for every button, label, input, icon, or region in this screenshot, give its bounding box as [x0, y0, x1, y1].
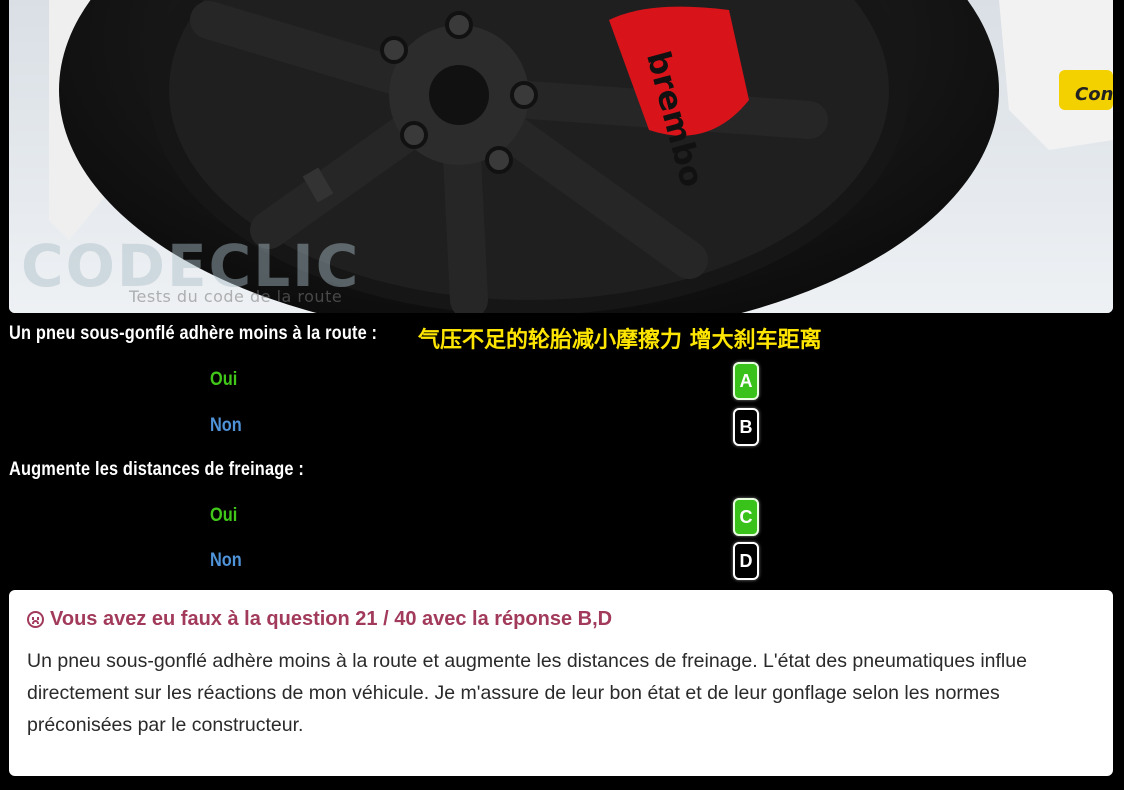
answer-badge-b[interactable]: B: [733, 408, 759, 446]
watermark-caption: Tests du code de la route: [129, 287, 343, 306]
answer-badge-c[interactable]: C: [733, 498, 759, 536]
result-title: Vous avez eu faux à la question 21 / 40 …: [50, 608, 613, 630]
sidewall-brand: Conti: [1075, 84, 1113, 105]
option-c-label[interactable]: Oui: [210, 505, 237, 527]
result-explanation: Un pneu sous-gonflé adhère moins à la ro…: [27, 650, 1027, 736]
question-1-translation: 气压不足的轮胎减小摩擦力 增大刹车距离: [418, 328, 822, 353]
option-a-label[interactable]: Oui: [210, 369, 237, 391]
question-1-text: Un pneu sous-gonflé adhère moins à la ro…: [9, 323, 378, 344]
option-b-label[interactable]: Non: [210, 415, 242, 437]
answer-badge-a[interactable]: A: [733, 362, 759, 400]
question-2-text: Augmente les distances de freinage :: [9, 459, 304, 480]
result-panel: Vous avez eu faux à la question 21 / 40 …: [9, 590, 1113, 776]
result-title-row: Vous avez eu faux à la question 21 / 40 …: [27, 608, 1095, 631]
option-d-label[interactable]: Non: [210, 550, 242, 572]
answer-badge-d[interactable]: D: [733, 542, 759, 580]
frown-icon: [27, 611, 44, 628]
question-photo: Conti brembo CODECLIC Tests du code de l…: [9, 0, 1113, 313]
